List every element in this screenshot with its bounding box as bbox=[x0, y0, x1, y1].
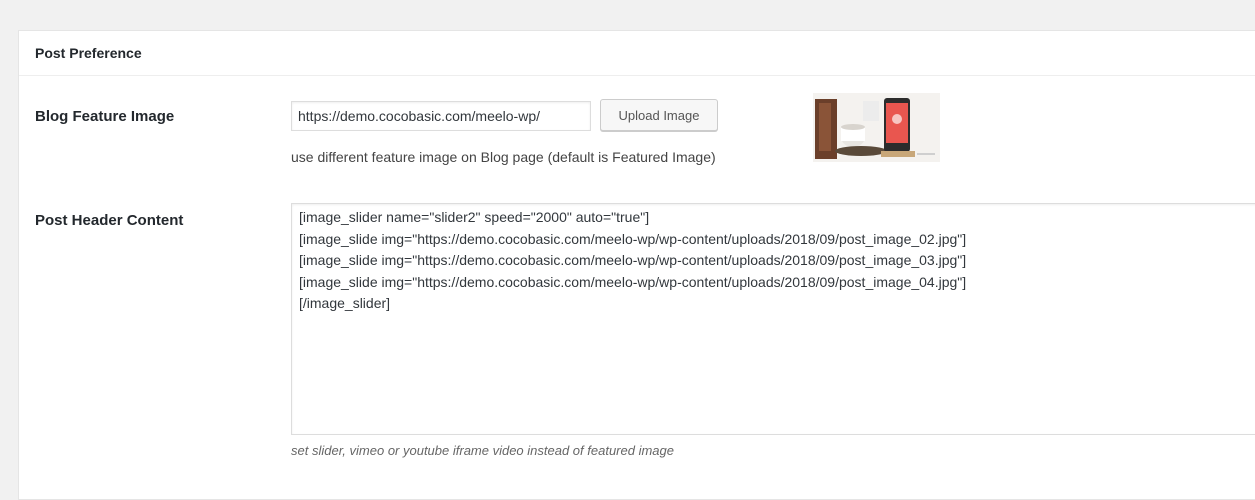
blog-feature-image-help: use different feature image on Blog page… bbox=[291, 149, 716, 165]
post-header-content-label: Post Header Content bbox=[35, 212, 184, 229]
blog-feature-image-url-input[interactable] bbox=[291, 101, 591, 131]
post-header-content-help: set slider, vimeo or youtube iframe vide… bbox=[291, 443, 674, 458]
metabox-title: Post Preference bbox=[35, 45, 142, 61]
metabox-header: Post Preference bbox=[19, 31, 1255, 76]
blog-feature-image-label: Blog Feature Image bbox=[35, 108, 175, 125]
blog-feature-image-thumbnail bbox=[813, 93, 940, 162]
image-thumbnail-icon bbox=[813, 93, 940, 162]
upload-image-button[interactable]: Upload Image bbox=[600, 99, 718, 131]
post-header-content-textarea[interactable]: [image_slider name="slider2" speed="2000… bbox=[291, 203, 1255, 435]
post-preference-metabox: Post Preference Blog Feature Image Uploa… bbox=[18, 30, 1255, 500]
